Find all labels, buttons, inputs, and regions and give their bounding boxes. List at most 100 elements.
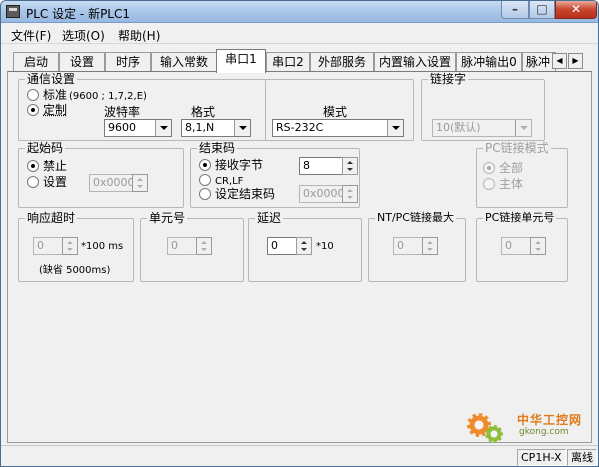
chevron-down-icon bbox=[387, 120, 403, 136]
end-code-legend: 结束码 bbox=[197, 141, 238, 155]
pc-link-master-radio[interactable] bbox=[483, 178, 495, 190]
received-bytes-radio[interactable] bbox=[199, 159, 211, 171]
delay-group: 延迟 0 *10 bbox=[248, 211, 362, 282]
unit-number-spinner[interactable] bbox=[196, 237, 212, 255]
chevron-down-icon bbox=[515, 120, 531, 136]
maximize-button[interactable]: □ bbox=[529, 1, 555, 19]
response-timeout-default: (缺省 5000ms) bbox=[39, 265, 111, 276]
received-bytes-label: 接收字节 bbox=[215, 158, 264, 172]
mode-label: 模式 bbox=[323, 105, 348, 119]
mode-dropdown[interactable]: RS-232C bbox=[272, 119, 404, 137]
tab-serial-port-2[interactable]: 串口2 bbox=[266, 52, 310, 72]
nt-pc-link-max-input[interactable]: 0 bbox=[393, 237, 423, 255]
pc-link-master-label: 主体 bbox=[499, 177, 524, 191]
link-word-group: 链接字 10(默认) bbox=[421, 72, 545, 141]
tab-input-constants[interactable]: 输入常数 bbox=[151, 52, 217, 72]
menu-bar: 文件(F) 选项(O) 帮助(H) bbox=[1, 24, 598, 44]
start-code-group: 起始码 禁止 设置 0x0000 bbox=[18, 141, 184, 208]
pc-link-unit-number-input[interactable]: 0 bbox=[501, 237, 531, 255]
baud-rate-label: 波特率 bbox=[104, 105, 141, 119]
nt-pc-link-max-group: NT/PC链接最大 0 bbox=[368, 211, 466, 282]
link-word-value: 10(默认) bbox=[436, 121, 481, 134]
title-bar: PLC 设定 - 新PLC1 – □ ✕ bbox=[1, 1, 598, 23]
nt-pc-link-max-spinner[interactable] bbox=[422, 237, 438, 255]
start-code-disable-label: 禁止 bbox=[43, 159, 68, 173]
response-timeout-unit: *100 ms bbox=[81, 241, 124, 252]
watermark-url: gkong.com bbox=[519, 427, 569, 437]
start-code-spinner[interactable] bbox=[132, 174, 148, 192]
format-value: 8,1,N bbox=[185, 121, 215, 134]
watermark: 中华工控网 gkong.com bbox=[461, 407, 597, 447]
received-bytes-input[interactable]: 8 bbox=[299, 157, 343, 175]
baud-rate-dropdown[interactable]: 9600 bbox=[104, 119, 172, 137]
tab-pulse-output-0[interactable]: 脉冲输出0 bbox=[456, 52, 522, 72]
pc-link-all-radio[interactable] bbox=[483, 162, 495, 174]
tab-settings[interactable]: 设置 bbox=[59, 52, 105, 72]
minimize-button[interactable]: – bbox=[501, 1, 529, 19]
pc-link-unit-number-spinner[interactable] bbox=[530, 237, 546, 255]
start-code-disable-radio[interactable] bbox=[27, 160, 39, 172]
tab-serial-port-1[interactable]: 串口1 bbox=[216, 49, 266, 73]
gear-icon bbox=[485, 425, 503, 443]
set-end-code-label: 设定结束码 bbox=[215, 187, 276, 201]
baud-rate-value: 9600 bbox=[108, 121, 136, 134]
end-code-input[interactable]: 0x0000 bbox=[299, 185, 343, 203]
standard-detail: (9600 ; 1,7,2,E) bbox=[69, 91, 147, 102]
delay-legend: 延迟 bbox=[255, 211, 284, 225]
custom-label: 定制 bbox=[43, 103, 68, 117]
tab-timing[interactable]: 时序 bbox=[105, 52, 151, 72]
status-state: 离线 bbox=[567, 449, 597, 466]
end-code-spinner[interactable] bbox=[342, 185, 358, 203]
nt-pc-link-max-legend: NT/PC链接最大 bbox=[375, 211, 456, 225]
tab-startup[interactable]: 启动 bbox=[13, 52, 59, 72]
tab-scroll-right-icon[interactable]: ▶ bbox=[568, 53, 583, 69]
response-timeout-spinner[interactable] bbox=[62, 237, 78, 255]
format-dropdown[interactable]: 8,1,N bbox=[181, 119, 251, 137]
unit-number-input[interactable]: 0 bbox=[167, 237, 197, 255]
format-label: 格式 bbox=[191, 105, 216, 119]
mode-value: RS-232C bbox=[276, 121, 324, 134]
delay-unit: *10 bbox=[316, 241, 334, 252]
pc-link-all-label: 全部 bbox=[499, 161, 524, 175]
plc-settings-window: PLC 设定 - 新PLC1 – □ ✕ 文件(F) 选项(O) 帮助(H) 启… bbox=[0, 0, 599, 467]
mode-subgroup: 模式 RS-232C bbox=[265, 80, 415, 141]
link-word-dropdown[interactable]: 10(默认) bbox=[432, 119, 532, 137]
close-button[interactable]: ✕ bbox=[555, 1, 597, 19]
menu-options[interactable]: 选项(O) bbox=[62, 27, 105, 44]
chevron-down-icon bbox=[155, 120, 171, 136]
response-timeout-group: 响应超时 0 *100 ms (缺省 5000ms) bbox=[18, 211, 134, 282]
menu-help[interactable]: 帮助(H) bbox=[118, 27, 160, 44]
serial-port-1-panel: 通信设置 标准 (9600 ; 1,7,2,E) 定制 波特率 9600 格式 … bbox=[7, 71, 592, 443]
start-code-set-label: 设置 bbox=[43, 175, 68, 189]
tab-scroll-left-icon[interactable]: ◀ bbox=[552, 53, 567, 69]
pc-link-mode-legend: PC链接模式 bbox=[483, 141, 551, 155]
start-code-legend: 起始码 bbox=[25, 141, 66, 155]
response-timeout-input[interactable]: 0 bbox=[33, 237, 63, 255]
watermark-name: 中华工控网 bbox=[517, 413, 583, 427]
tab-builtin-input[interactable]: 内置输入设置 bbox=[374, 52, 456, 72]
delay-input[interactable]: 0 bbox=[267, 237, 297, 255]
standard-radio[interactable] bbox=[27, 89, 39, 101]
received-bytes-spinner[interactable] bbox=[342, 157, 358, 175]
pc-link-mode-group: PC链接模式 全部 主体 bbox=[476, 141, 568, 208]
tab-pulse-truncated[interactable]: 脉冲 bbox=[522, 52, 556, 72]
unit-number-legend: 单元号 bbox=[147, 211, 188, 225]
comm-settings-group: 通信设置 标准 (9600 ; 1,7,2,E) 定制 波特率 9600 格式 … bbox=[18, 72, 415, 141]
start-code-input[interactable]: 0x0000 bbox=[89, 174, 133, 192]
standard-label: 标准 bbox=[43, 88, 68, 102]
delay-spinner[interactable] bbox=[296, 237, 312, 255]
unit-number-group: 单元号 0 bbox=[140, 211, 244, 282]
end-code-group: 结束码 接收字节 8 CR,LF 设定结束码 0x0000 bbox=[190, 141, 360, 208]
pc-link-unit-number-group: PC链接单元号 0 bbox=[476, 211, 568, 282]
menu-file[interactable]: 文件(F) bbox=[11, 27, 51, 44]
tab-strip: 启动 设置 时序 输入常数 串口1 串口2 外部服务 内置输入设置 脉冲输出0 … bbox=[1, 48, 598, 73]
tab-external-service[interactable]: 外部服务 bbox=[310, 52, 374, 72]
app-icon bbox=[6, 5, 20, 18]
pc-link-unit-number-legend: PC链接单元号 bbox=[483, 211, 557, 225]
start-code-set-radio[interactable] bbox=[27, 176, 39, 188]
link-word-legend: 链接字 bbox=[428, 72, 469, 86]
custom-radio[interactable] bbox=[27, 104, 39, 116]
crlf-radio[interactable] bbox=[199, 174, 211, 186]
set-end-code-radio[interactable] bbox=[199, 188, 211, 200]
status-bar: CP1H-X 离线 bbox=[1, 445, 598, 466]
